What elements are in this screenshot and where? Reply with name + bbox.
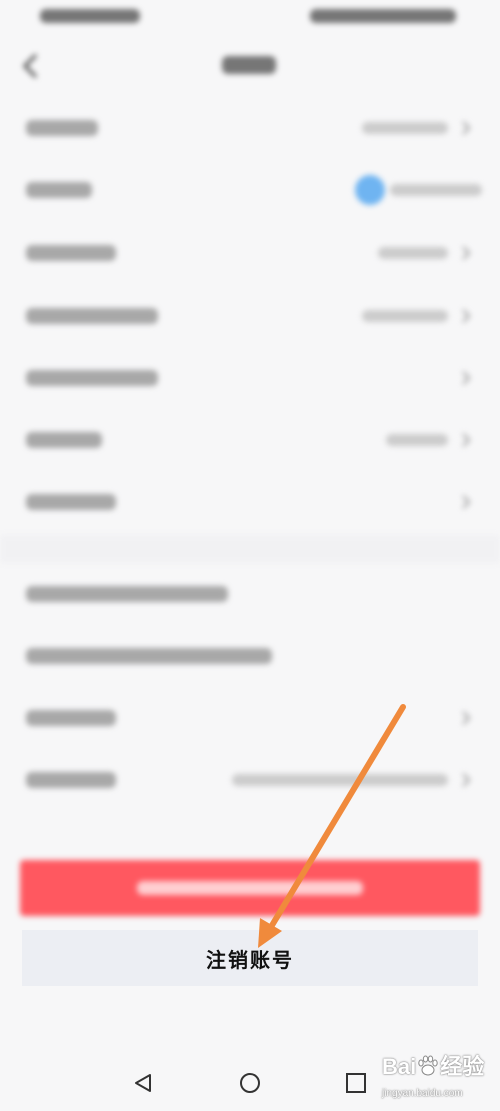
chevron-right-icon [462, 121, 471, 135]
watermark-logo: Bai 经验 [382, 1054, 484, 1080]
watermark-brand-suffix: 经验 [440, 1054, 485, 1079]
settings-row[interactable] [0, 285, 500, 347]
back-triangle-icon[interactable] [132, 1072, 154, 1094]
logout-button[interactable] [20, 860, 480, 916]
settings-row[interactable] [0, 222, 500, 284]
row-value-blurred [362, 122, 448, 134]
watermark: Bai 经验 jingyan.baidu.com [378, 1050, 494, 1108]
chevron-right-icon [462, 433, 471, 447]
avatar [355, 175, 385, 205]
settings-row[interactable] [0, 97, 500, 159]
chevron-right-icon [462, 309, 471, 323]
watermark-url: jingyan.baidu.com [382, 1088, 463, 1099]
settings-row[interactable] [0, 159, 500, 221]
row-label-blurred [26, 308, 158, 324]
row-label-blurred [26, 648, 272, 664]
watermark-brand-prefix: Bai [382, 1054, 417, 1079]
row-label-blurred [26, 245, 116, 261]
settings-row[interactable] [0, 749, 500, 811]
settings-row[interactable] [0, 563, 500, 625]
chevron-right-icon [462, 711, 471, 725]
row-label-blurred [26, 120, 98, 136]
row-label-blurred [26, 586, 228, 602]
row-label-blurred [26, 772, 116, 788]
settings-row[interactable] [0, 687, 500, 749]
row-value-blurred [362, 310, 448, 322]
home-circle-icon[interactable] [239, 1072, 261, 1094]
chevron-right-icon [462, 371, 471, 385]
row-value-blurred [386, 434, 448, 446]
row-label-blurred [26, 370, 158, 386]
row-label-blurred [26, 710, 116, 726]
paw-icon [418, 1055, 438, 1076]
row-label-blurred [26, 494, 116, 510]
chevron-right-icon [462, 495, 471, 509]
row-label-blurred [26, 432, 102, 448]
settings-row[interactable] [0, 347, 500, 409]
chevron-right-icon [462, 773, 471, 787]
logout-button-label-blurred [137, 881, 363, 895]
status-right-icons [310, 9, 456, 23]
cancel-account-button[interactable]: 注销账号 [22, 930, 478, 986]
settings-row[interactable] [0, 471, 500, 533]
settings-row[interactable] [0, 625, 500, 687]
row-value-blurred [390, 184, 482, 196]
row-value-blurred [232, 774, 448, 786]
chevron-right-icon [462, 246, 471, 260]
group-divider [0, 535, 500, 563]
page-title-blurred [222, 56, 276, 74]
row-label-blurred [26, 182, 92, 198]
recents-square-icon[interactable] [345, 1072, 367, 1094]
chevron-left-icon[interactable] [20, 52, 42, 80]
status-left-icons [40, 9, 140, 23]
settings-row[interactable] [0, 409, 500, 471]
row-value-blurred [378, 247, 448, 259]
